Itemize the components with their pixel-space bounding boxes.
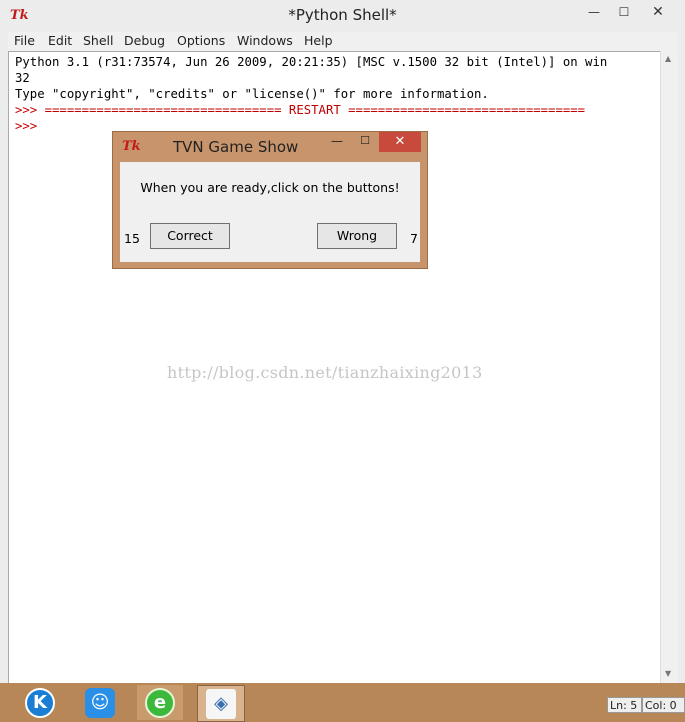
menu-windows[interactable]: Windows xyxy=(237,33,293,48)
watermark: http://blog.csdn.net/tianzhaixing2013 xyxy=(167,363,483,382)
wrong-count: 7 xyxy=(410,231,418,246)
python-idle-icon: ◈ xyxy=(206,689,236,719)
title-bar[interactable]: Tk *Python Shell* — ☐ ✕ xyxy=(0,0,685,32)
correct-count: 15 xyxy=(124,231,140,246)
taskbar-app-qq[interactable]: ☺ xyxy=(77,685,123,720)
taskbar-app-kugou[interactable]: K xyxy=(17,685,63,720)
taskbar-app-browser[interactable]: e xyxy=(137,685,183,720)
shell-line-info: Type "copyright", "credits" or "license(… xyxy=(15,87,489,101)
taskbar-app-python-idle[interactable]: ◈ xyxy=(197,685,245,722)
status-line: Ln: 5 xyxy=(607,697,642,713)
dialog-title: TVN Game Show xyxy=(173,138,299,156)
menu-options[interactable]: Options xyxy=(177,33,225,48)
menu-help[interactable]: Help xyxy=(304,33,333,48)
qq-icon: ☺ xyxy=(85,688,115,718)
taskbar: K ☺ e ◈ xyxy=(0,683,685,722)
status-col: Col: 0 xyxy=(642,697,685,713)
maximize-icon[interactable]: ☐ xyxy=(356,134,374,150)
game-show-dialog: Tk TVN Game Show — ☐ ✕ When you are read… xyxy=(112,131,428,269)
kugou-icon: K xyxy=(25,688,55,718)
shell-line-restart: >>> ================================ RES… xyxy=(15,103,586,117)
dialog-message: When you are ready,click on the buttons! xyxy=(140,180,400,195)
idle-shell-window: Tk *Python Shell* — ☐ ✕ File Edit Shell … xyxy=(0,0,685,722)
maximize-icon[interactable]: ☐ xyxy=(613,4,635,20)
menu-edit[interactable]: Edit xyxy=(48,33,72,48)
minimize-icon[interactable]: — xyxy=(583,4,605,20)
menu-bar: File Edit Shell Debug Options Windows He… xyxy=(8,32,677,51)
status-bar: Ln: 5 Col: 0 xyxy=(607,697,685,713)
dialog-body: When you are ready,click on the buttons!… xyxy=(120,162,420,262)
minimize-icon[interactable]: — xyxy=(328,134,346,150)
shell-line-banner: Python 3.1 (r31:73574, Jun 26 2009, 20:2… xyxy=(15,55,608,69)
wrong-button[interactable]: Wrong xyxy=(317,223,397,249)
close-icon[interactable]: ✕ xyxy=(379,132,421,152)
scroll-up-icon[interactable]: ▲ xyxy=(665,54,671,63)
menu-debug[interactable]: Debug xyxy=(124,33,165,48)
menu-shell[interactable]: Shell xyxy=(83,33,114,48)
browser-icon: e xyxy=(145,688,175,718)
vertical-scrollbar[interactable]: ▲ ▼ xyxy=(660,51,678,683)
scroll-down-icon[interactable]: ▼ xyxy=(665,669,671,678)
menu-file[interactable]: File xyxy=(14,33,35,48)
correct-button[interactable]: Correct xyxy=(150,223,230,249)
tk-logo-icon: Tk xyxy=(122,139,141,154)
shell-prompt: >>> xyxy=(15,119,45,133)
shell-line-banner-cont: 32 xyxy=(15,71,30,85)
close-icon[interactable]: ✕ xyxy=(647,4,669,20)
